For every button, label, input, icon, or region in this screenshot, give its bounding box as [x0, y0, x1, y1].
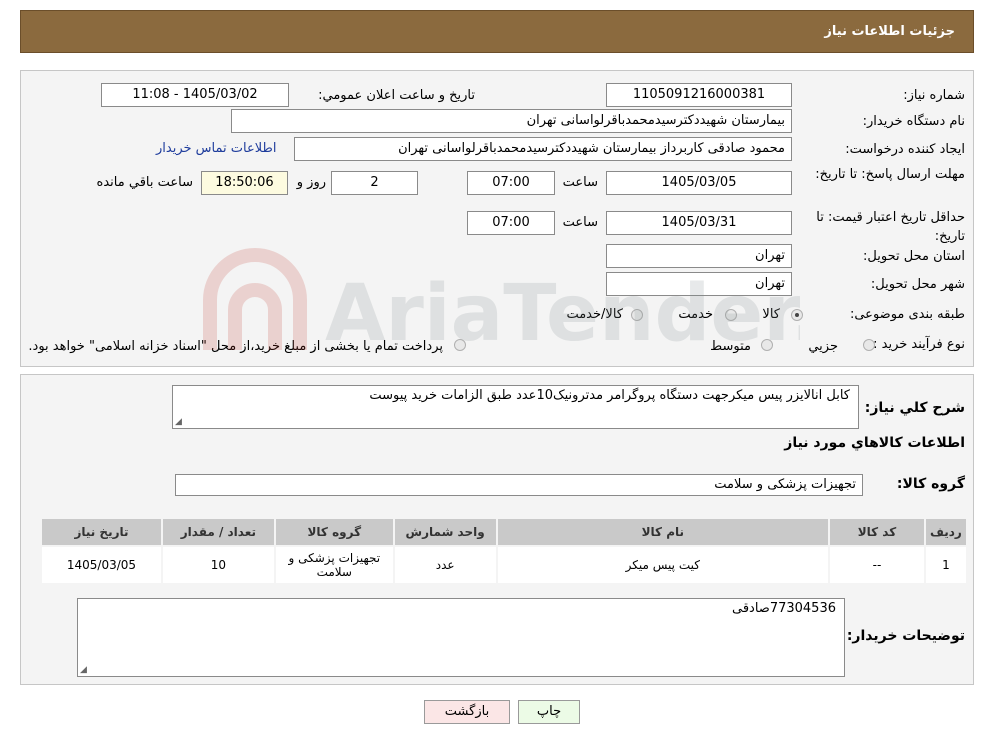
reply-deadline-time[interactable]: 07:00 [467, 171, 555, 195]
goods-group-field[interactable]: تجهيزات پزشکی و سلامت [175, 474, 863, 496]
category-radio-goods[interactable] [791, 309, 803, 321]
cell-item-code: -- [830, 547, 924, 583]
category-option-goods-service: کالا/خدمت [566, 307, 623, 322]
col-header-unit: واحد شمارش [394, 519, 496, 545]
buyer-notes-label: توضيحات خريدار: [846, 628, 965, 644]
goods-table: رديف کد کالا نام کالا واحد شمارش گروه کا… [40, 517, 968, 585]
buyer-org-label: نام دستگاه خريدار: [862, 114, 965, 129]
cell-goods-group: تجهیزات پزشکی و سلامت [275, 547, 393, 583]
table-row[interactable]: 1 -- کیت پیس میکر عدد تجهیزات پزشکی و سل… [42, 547, 966, 583]
table-header-row: رديف کد کالا نام کالا واحد شمارش گروه کا… [42, 519, 966, 545]
cell-need-date: 1405/03/05 [42, 547, 161, 583]
need-number-field[interactable]: 1105091216000381 [606, 83, 792, 107]
category-radio-service[interactable] [725, 309, 737, 321]
category-label: طبقه بندی موضوعی: [849, 307, 965, 322]
goods-panel: شرح كلي نياز: كابل انالايزر پيس ميكرجهت … [20, 374, 974, 685]
purchase-type-radio-medium[interactable] [761, 339, 773, 351]
col-header-quantity: تعداد / مقدار [162, 519, 274, 545]
cell-row-number: 1 [925, 547, 966, 583]
goods-group-label: گروه کالا: [896, 476, 965, 492]
print-button[interactable]: چاپ [518, 700, 580, 724]
purchase-type-label: نوع فرآیند خرید : [873, 337, 965, 352]
goods-section-title: اطلاعات کالاهاي مورد نياز [784, 435, 965, 451]
back-button[interactable]: بازگشت [424, 700, 510, 724]
requester-field[interactable]: محمود صادقی کاربرداز بیمارستان شهیددکترس… [294, 137, 792, 161]
col-header-item-code: کد کالا [830, 519, 924, 545]
goods-table-wrapper: رديف کد کالا نام کالا واحد شمارش گروه کا… [40, 517, 968, 585]
city-field[interactable]: تهران [606, 272, 792, 296]
cell-unit: عدد [394, 547, 496, 583]
price-validity-date[interactable]: 1405/03/31 [606, 211, 792, 235]
col-header-need-date: تاريخ نياز [42, 519, 161, 545]
need-info-panel: شماره نیاز: 1105091216000381 تاريخ و ساع… [20, 70, 974, 367]
page-title: جزئیات اطلاعات نیاز [824, 24, 955, 39]
remaining-time-label: ساعت باقي مانده [96, 175, 193, 190]
reply-days-field[interactable]: 2 [331, 171, 418, 195]
purchase-type-checkbox-treasury[interactable] [454, 339, 466, 351]
buyer-notes-text: 77304536صادقی [731, 601, 836, 616]
description-label: شرح كلي نياز: [864, 400, 965, 416]
purchase-type-option-medium: متوسط [710, 339, 751, 354]
buyer-org-field[interactable]: بیمارستان شهیددکترسیدمحمدباقرلواسانی تهر… [231, 109, 792, 133]
requester-label: ايجاد کننده درخواست: [845, 142, 965, 157]
purchase-type-radio-minor[interactable] [863, 339, 875, 351]
description-text: كابل انالايزر پيس ميكرجهت دستگاه پروگرام… [369, 388, 850, 403]
buyer-notes-textarea[interactable]: 77304536صادقی ◢ [77, 598, 845, 677]
col-header-item-name: نام کالا [497, 519, 829, 545]
resize-grip-icon[interactable]: ◢ [175, 417, 182, 427]
category-option-service: خدمت [678, 307, 713, 322]
price-validity-time[interactable]: 07:00 [467, 211, 555, 235]
remaining-time-field: 18:50:06 [201, 171, 288, 195]
reply-deadline-time-label: ساعت [562, 175, 598, 190]
col-header-goods-group: گروه کالا [275, 519, 393, 545]
city-label: شهر محل تحويل: [870, 277, 965, 292]
contact-buyer-link[interactable]: اطلاعات تماس خريدار [156, 141, 276, 156]
reply-deadline-label: مهلت ارسال پاسخ: تا تاريخ: [815, 167, 965, 182]
need-number-label: شماره نیاز: [903, 88, 965, 103]
announce-datetime-label: تاريخ و ساعت اعلان عمومي: [318, 88, 475, 103]
page-header: جزئیات اطلاعات نیاز [20, 10, 974, 53]
cell-item-name: کیت پیس میکر [497, 547, 829, 583]
announce-datetime-field[interactable]: 1405/03/02 - 11:08 [101, 83, 289, 107]
price-validity-time-label: ساعت [562, 215, 598, 230]
description-textarea[interactable]: كابل انالايزر پيس ميكرجهت دستگاه پروگرام… [172, 385, 859, 429]
cell-quantity: 10 [162, 547, 274, 583]
purchase-type-note: پرداخت تمام يا بخشی از مبلغ خريد،از محل … [28, 339, 443, 354]
resize-grip-icon[interactable]: ◢ [80, 665, 87, 675]
price-validity-label: حداقل تاريخ اعتبار قيمت: تا تاريخ: [816, 210, 965, 244]
province-label: استان محل تحويل: [863, 249, 965, 264]
reply-deadline-date[interactable]: 1405/03/05 [606, 171, 792, 195]
col-header-row-number: رديف [925, 519, 966, 545]
category-radio-goods-service[interactable] [631, 309, 643, 321]
purchase-type-option-minor: جزيي [808, 339, 838, 354]
province-field[interactable]: تهران [606, 244, 792, 268]
reply-days-label: روز و [296, 175, 326, 190]
category-option-goods: کالا [762, 307, 780, 322]
